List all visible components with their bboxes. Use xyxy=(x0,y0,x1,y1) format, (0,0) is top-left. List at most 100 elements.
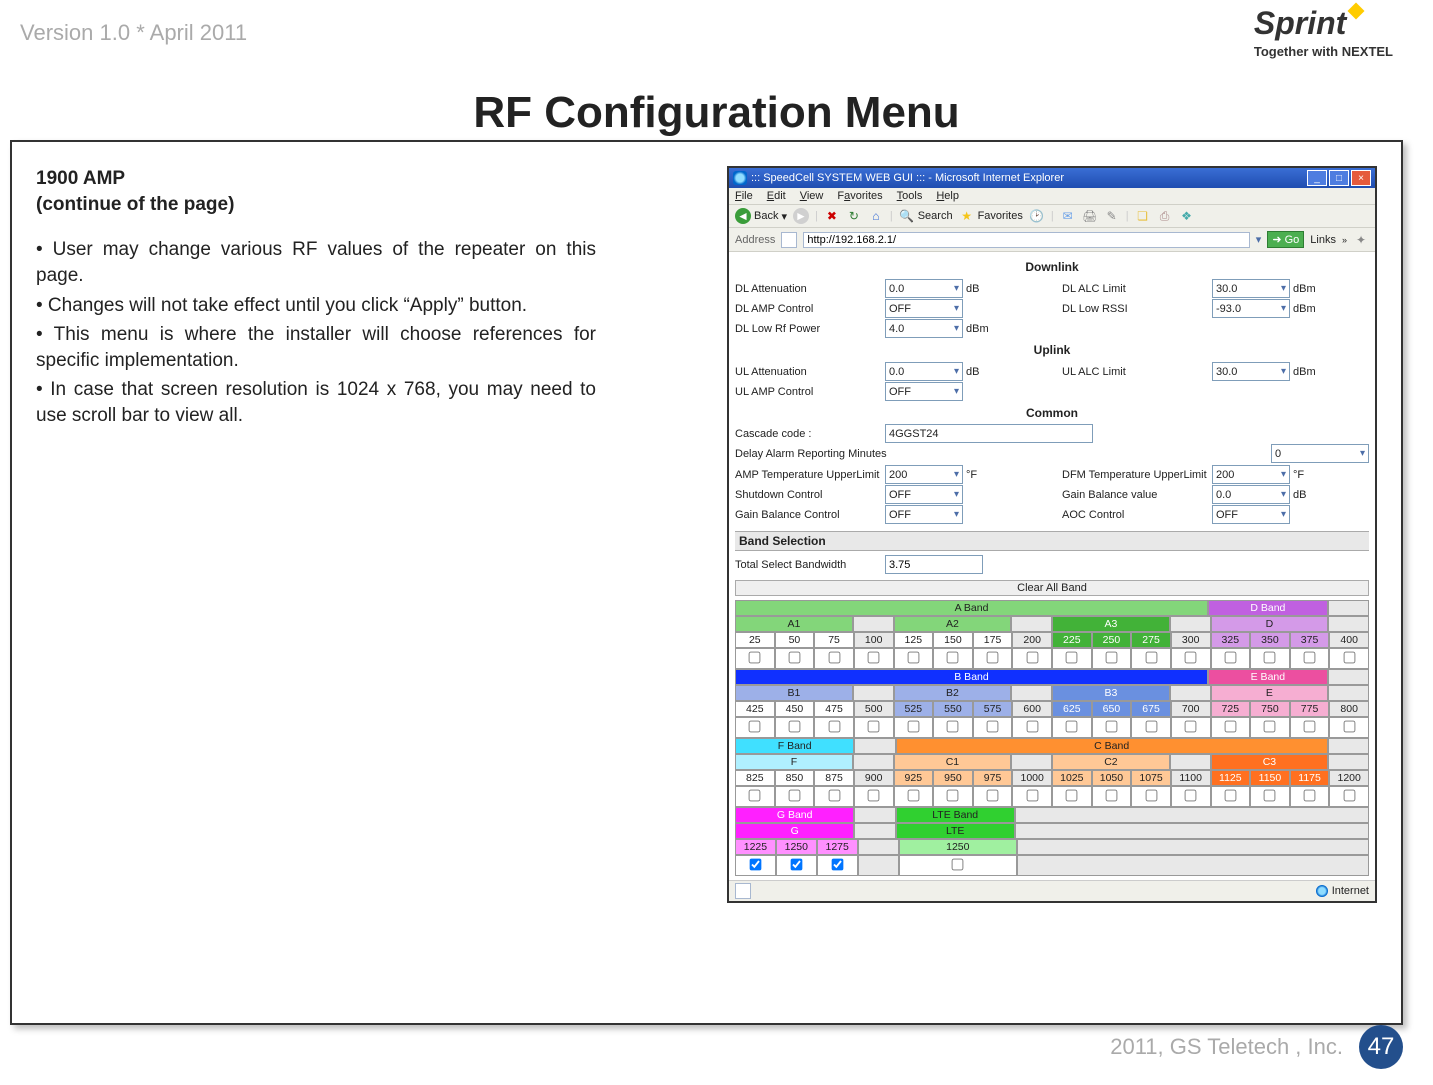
band-checkbox[interactable] xyxy=(1343,790,1355,802)
band-checkbox[interactable] xyxy=(868,790,880,802)
clear-all-button[interactable]: Clear All Band xyxy=(735,580,1369,596)
ck-g-1[interactable] xyxy=(750,859,762,871)
c3-label[interactable]: C3 xyxy=(1211,754,1329,770)
band-checkbox[interactable] xyxy=(1304,721,1316,733)
menu-help[interactable]: Help xyxy=(936,190,959,202)
links-icon[interactable]: ✦ xyxy=(1353,232,1369,248)
d-label[interactable]: D xyxy=(1211,616,1329,632)
band-checkbox[interactable] xyxy=(828,790,840,802)
band-checkbox[interactable] xyxy=(1304,652,1316,664)
links-label[interactable]: Links xyxy=(1310,234,1336,246)
a3-label[interactable]: A3 xyxy=(1052,616,1170,632)
menu-file[interactable]: File xyxy=(735,190,753,202)
url-dropdown-icon[interactable]: ▾ xyxy=(1256,233,1262,246)
ampT-select[interactable]: 200 xyxy=(885,465,963,484)
band-checkbox[interactable] xyxy=(749,652,761,664)
e-label[interactable]: E xyxy=(1211,685,1329,701)
menu-view[interactable]: View xyxy=(800,190,824,202)
g-band-header[interactable]: G Band xyxy=(735,807,854,823)
a1-label[interactable]: A1 xyxy=(735,616,853,632)
band-checkbox[interactable] xyxy=(789,790,801,802)
band-checkbox[interactable] xyxy=(1185,790,1197,802)
tool-button-2[interactable]: ❖ xyxy=(1179,208,1195,224)
delay-select[interactable]: 0 xyxy=(1271,444,1369,463)
band-checkbox[interactable] xyxy=(1264,652,1276,664)
band-checkbox[interactable] xyxy=(868,652,880,664)
band-checkbox[interactable] xyxy=(987,790,999,802)
band-checkbox[interactable] xyxy=(947,790,959,802)
close-button[interactable]: × xyxy=(1351,170,1371,186)
band-checkbox[interactable] xyxy=(1145,652,1157,664)
mail-button[interactable]: ✉ xyxy=(1060,208,1076,224)
g-label[interactable]: G xyxy=(735,823,854,839)
history-button[interactable]: 🕑 xyxy=(1029,208,1045,224)
b1-label[interactable]: B1 xyxy=(735,685,853,701)
menu-favorites[interactable]: Favorites xyxy=(837,190,882,202)
b2-label[interactable]: B2 xyxy=(894,685,1012,701)
band-checkbox[interactable] xyxy=(1026,790,1038,802)
lte-label[interactable]: LTE xyxy=(896,823,1015,839)
band-checkbox[interactable] xyxy=(987,721,999,733)
band-checkbox[interactable] xyxy=(1066,721,1078,733)
band-checkbox[interactable] xyxy=(1145,790,1157,802)
band-checkbox[interactable] xyxy=(1224,790,1236,802)
band-checkbox[interactable] xyxy=(828,652,840,664)
band-checkbox[interactable] xyxy=(1185,652,1197,664)
band-checkbox[interactable] xyxy=(1026,652,1038,664)
menu-edit[interactable]: Edit xyxy=(767,190,786,202)
menu-tools[interactable]: Tools xyxy=(897,190,923,202)
gbc-select[interactable]: OFF xyxy=(885,505,963,524)
b3-label[interactable]: B3 xyxy=(1052,685,1170,701)
search-button[interactable]: 🔍Search xyxy=(899,208,953,224)
shut-select[interactable]: OFF xyxy=(885,485,963,504)
ck-g-2[interactable] xyxy=(790,859,802,871)
band-checkbox[interactable] xyxy=(987,652,999,664)
gbv-select[interactable]: 0.0 xyxy=(1212,485,1290,504)
band-checkbox[interactable] xyxy=(947,721,959,733)
ul-alc-select[interactable]: 30.0 xyxy=(1212,362,1290,381)
band-checkbox[interactable] xyxy=(749,721,761,733)
ck-g-3[interactable] xyxy=(831,859,843,871)
tool-button-1[interactable]: ⎙ xyxy=(1157,208,1173,224)
band-checkbox[interactable] xyxy=(1106,721,1118,733)
band-checkbox[interactable] xyxy=(749,790,761,802)
band-checkbox[interactable] xyxy=(1343,721,1355,733)
forward-button[interactable]: ► xyxy=(793,208,809,224)
f-label[interactable]: F xyxy=(735,754,853,770)
a2-label[interactable]: A2 xyxy=(894,616,1012,632)
c-band-header[interactable]: C Band xyxy=(896,738,1328,754)
ul-amp-select[interactable]: OFF xyxy=(885,382,963,401)
favorites-button[interactable]: ★Favorites xyxy=(959,208,1023,224)
c1-label[interactable]: C1 xyxy=(894,754,1012,770)
band-checkbox[interactable] xyxy=(1224,721,1236,733)
band-checkbox[interactable] xyxy=(907,721,919,733)
lte-band-header[interactable]: LTE Band xyxy=(896,807,1015,823)
e-band-header[interactable]: E Band xyxy=(1208,669,1328,685)
dl-rssi-select[interactable]: -93.0 xyxy=(1212,299,1290,318)
home-button[interactable]: ⌂ xyxy=(868,208,884,224)
band-checkbox[interactable] xyxy=(1264,721,1276,733)
band-checkbox[interactable] xyxy=(1106,652,1118,664)
minimize-button[interactable]: _ xyxy=(1307,170,1327,186)
dl-amp-select[interactable]: OFF xyxy=(885,299,963,318)
band-checkbox[interactable] xyxy=(1066,652,1078,664)
a-band-header[interactable]: A Band xyxy=(735,600,1208,616)
band-checkbox[interactable] xyxy=(1185,721,1197,733)
band-checkbox[interactable] xyxy=(789,652,801,664)
d-band-header[interactable]: D Band xyxy=(1208,600,1328,616)
aoc-select[interactable]: OFF xyxy=(1212,505,1290,524)
stop-button[interactable]: ✖ xyxy=(824,208,840,224)
go-button[interactable]: ➜ Go xyxy=(1267,231,1304,248)
band-checkbox[interactable] xyxy=(789,721,801,733)
bandwidth-input[interactable] xyxy=(885,555,983,574)
band-checkbox[interactable] xyxy=(907,790,919,802)
c2-label[interactable]: C2 xyxy=(1052,754,1170,770)
edit-button[interactable]: ✎ xyxy=(1104,208,1120,224)
band-checkbox[interactable] xyxy=(828,721,840,733)
maximize-button[interactable]: □ xyxy=(1329,170,1349,186)
dfmT-select[interactable]: 200 xyxy=(1212,465,1290,484)
dl-alc-select[interactable]: 30.0 xyxy=(1212,279,1290,298)
print-button[interactable]: 🖨 xyxy=(1082,208,1098,224)
cascade-input[interactable]: 4GGST24 xyxy=(885,424,1093,443)
url-input[interactable] xyxy=(803,232,1249,248)
